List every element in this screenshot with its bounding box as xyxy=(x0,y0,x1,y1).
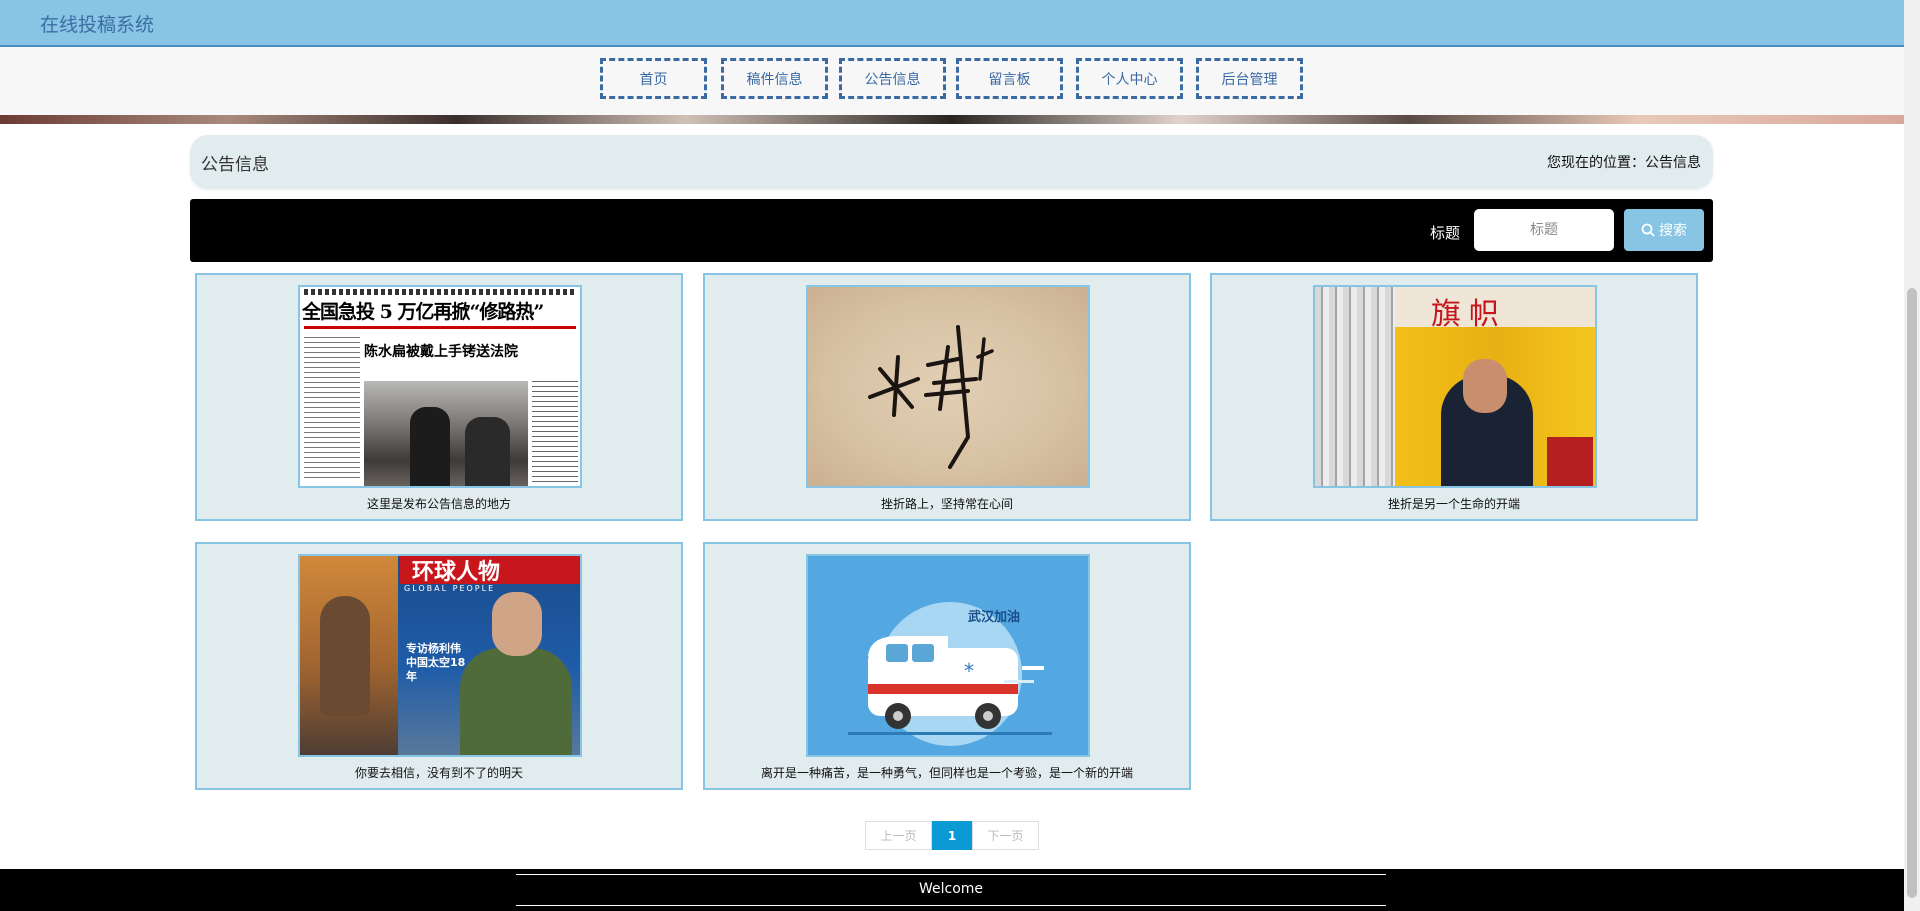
scrollbar[interactable] xyxy=(1904,0,1920,911)
page-1-button[interactable]: 1 xyxy=(932,821,972,850)
newspaper-headline: 全国急投 5 万亿再掀“修路热” xyxy=(302,301,544,323)
magazine-covers-image: 环球人物 GLOBAL PEOPLE 专访杨利伟 中国太空18年 xyxy=(298,554,582,757)
nav-item-message-board[interactable]: 留言板 xyxy=(956,58,1063,99)
notice-caption: 离开是一种痛苦，是一种勇气，但同样也是一个考验，是一个新的开端 xyxy=(760,766,1133,780)
ambulance-slogan: 武汉加油 xyxy=(968,610,1021,625)
ambulance-icon: * xyxy=(848,602,1052,746)
prev-page-button[interactable]: 上一页 xyxy=(865,821,932,850)
notice-caption: 这里是发布公告信息的地方 xyxy=(366,497,511,511)
notice-card[interactable]: 旗帜 挫折是另一个生命的开端 xyxy=(1210,273,1698,521)
breadcrumb: 您现在的位置：公告信息 xyxy=(1547,155,1701,171)
footer-divider xyxy=(516,905,1386,906)
next-page-button[interactable]: 下一页 xyxy=(972,821,1039,850)
search-bar: 标题 搜索 xyxy=(190,199,1713,262)
nav-item-admin[interactable]: 后台管理 xyxy=(1196,58,1303,99)
global-people-title: 环球人物 xyxy=(412,559,501,585)
search-icon xyxy=(1641,223,1655,237)
search-button-label: 搜索 xyxy=(1659,223,1687,239)
main-nav: 首页 稿件信息 公告信息 留言板 个人中心 后台管理 xyxy=(0,47,1904,115)
newspaper-image: 全国急投 5 万亿再掀“修路热” 陈水扁被戴上手铐送法院 xyxy=(298,285,582,488)
footer-divider xyxy=(516,874,1386,875)
nav-item-manuscripts[interactable]: 稿件信息 xyxy=(721,58,828,99)
global-people-feature: 专访杨利伟 中国太空18年 xyxy=(406,642,466,683)
notice-card[interactable]: 挫折路上，坚持常在心间 xyxy=(703,273,1191,521)
banner-image xyxy=(0,115,1904,124)
svg-text:*: * xyxy=(964,659,974,683)
calligraphy-image xyxy=(806,285,1090,488)
calligraphy-strokes xyxy=(868,325,994,469)
global-people-subtitle: GLOBAL PEOPLE xyxy=(404,584,496,593)
notice-card[interactable]: * 武汉加油 离开是一种痛苦，是一种勇气，但同样也是一个考验，是一个新的开端 xyxy=(703,542,1191,790)
footer-welcome: Welcome xyxy=(918,881,984,897)
footer: Welcome xyxy=(0,869,1904,911)
nav-item-notices[interactable]: 公告信息 xyxy=(839,58,946,99)
magazine-cover-image: 旗帜 xyxy=(1313,285,1597,488)
notice-card[interactable]: 环球人物 GLOBAL PEOPLE 专访杨利伟 中国太空18年 你要去相信，没… xyxy=(195,542,683,790)
page-title: 公告信息 xyxy=(201,155,269,175)
breadcrumb-box: 公告信息 您现在的位置：公告信息 xyxy=(190,135,1713,189)
site-title: 在线投稿系统 xyxy=(40,14,155,36)
scrollbar-thumb[interactable] xyxy=(1907,288,1917,898)
search-button[interactable]: 搜索 xyxy=(1624,209,1704,251)
top-bar: 在线投稿系统 xyxy=(0,0,1904,47)
search-label: 标题 xyxy=(1430,224,1461,242)
notice-card[interactable]: 全国急投 5 万亿再掀“修路热” 陈水扁被戴上手铐送法院 这里是发布公告信息的地… xyxy=(195,273,683,521)
newspaper-subheadline: 陈水扁被戴上手铐送法院 xyxy=(364,344,518,360)
ambulance-illustration-image: * 武汉加油 xyxy=(806,554,1090,757)
notice-caption: 你要去相信，没有到不了的明天 xyxy=(354,766,523,780)
nav-item-personal-center[interactable]: 个人中心 xyxy=(1076,58,1183,99)
search-input[interactable] xyxy=(1474,209,1614,251)
notice-caption: 挫折是另一个生命的开端 xyxy=(1387,497,1520,511)
nav-item-home[interactable]: 首页 xyxy=(600,58,707,99)
magazine-title: 旗帜 xyxy=(1431,297,1507,332)
notice-caption: 挫折路上，坚持常在心间 xyxy=(880,497,1013,511)
